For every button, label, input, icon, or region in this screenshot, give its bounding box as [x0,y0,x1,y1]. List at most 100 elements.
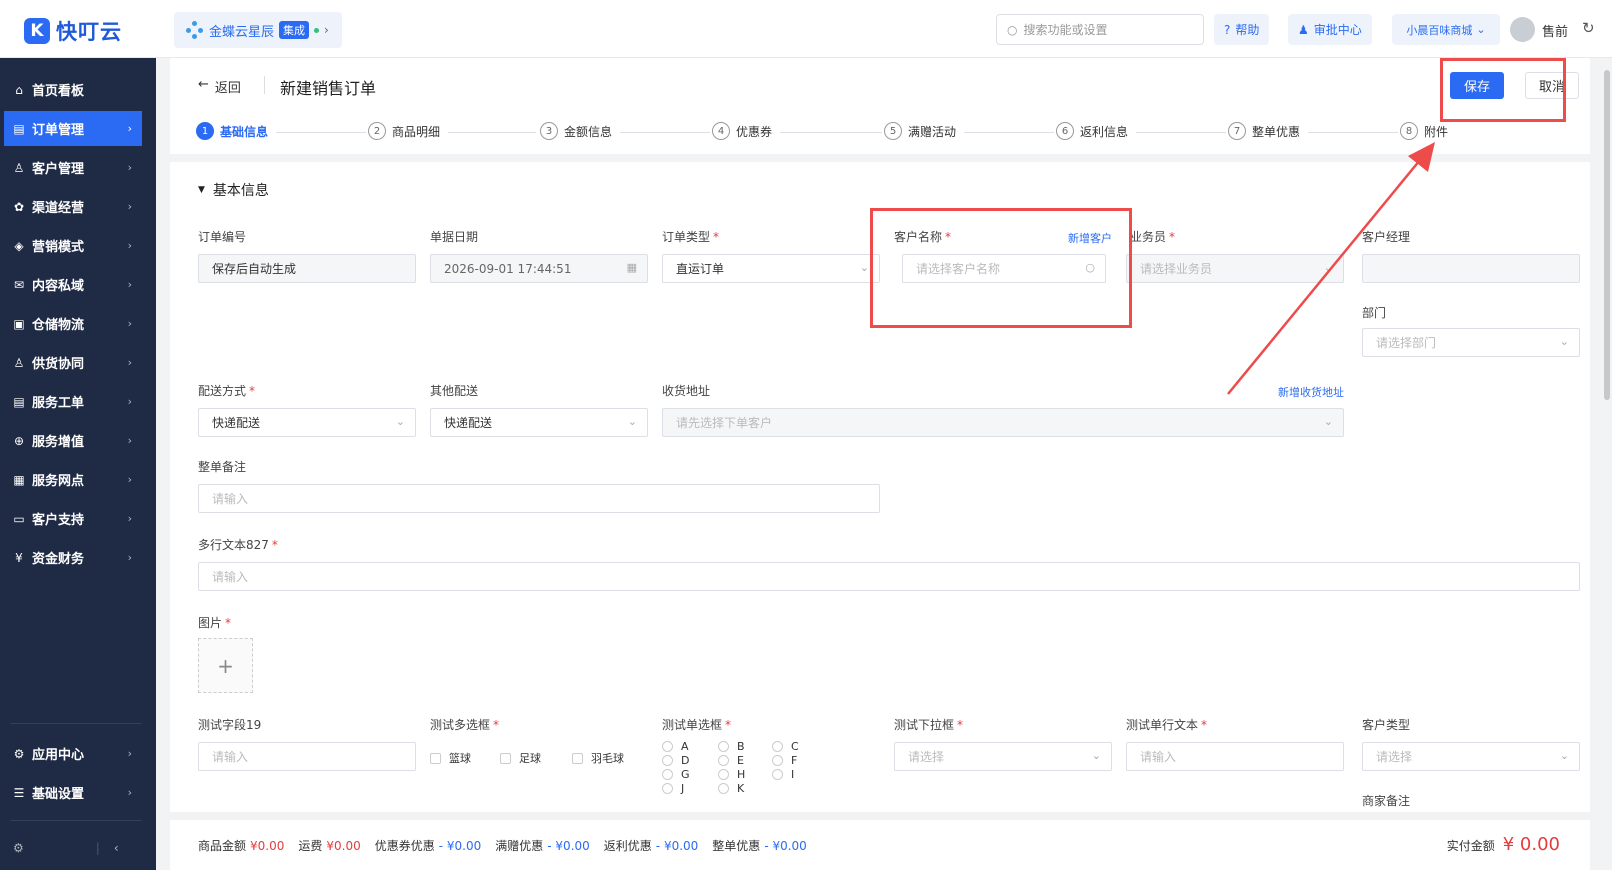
sidebar-item-label: 仓储物流 [32,318,85,333]
remark-input[interactable]: 请输入 [198,484,880,513]
step-amount[interactable]: 3 金额信息 [540,122,612,140]
other-delivery-select[interactable]: 快递配送 ⌄ [430,408,648,437]
sidebar-item-outlets[interactable]: ▦ 服务网点 › [4,462,142,497]
test19-input[interactable]: 请输入 [198,742,416,771]
summary-label: 优惠券优惠 [374,838,435,853]
sidebar-item-supply[interactable]: ♙ 供货协同 › [4,345,142,380]
salesman-select[interactable]: 请选择业务员 ⌄ [1126,254,1344,283]
app-logo[interactable]: K 快叮云 [24,16,122,46]
store-selector[interactable]: 小晨百味商城 ⌄ [1392,14,1500,45]
store-icon: ▦ [13,472,25,487]
chevron-right-icon: › [127,278,132,291]
address-label: 收货地址 [662,384,711,398]
checkbox-basketball[interactable]: 篮球 [430,750,471,766]
chevron-down-icon: ⌄ [1091,749,1101,762]
sidebar-item-app-center[interactable]: ⚙ 应用中心 › [4,736,142,771]
step-attachment[interactable]: 8 附件 [1400,122,1448,140]
step-discount[interactable]: 7 整单优惠 [1228,122,1300,140]
delivery-label: 配送方式 * [198,382,255,399]
sidebar-item-finance[interactable]: ¥ 资金财务 › [4,540,142,575]
sidebar-item-settings[interactable]: ☰ 基础设置 › [4,775,142,810]
radio-g[interactable]: G [662,768,690,781]
integration-switcher[interactable]: 金蝶云星辰 集成 › [174,12,342,48]
radio-j[interactable]: J [662,782,684,795]
section-title: 基本信息 [212,183,269,199]
date-field[interactable]: 2026-09-01 17:44:51 ▦ [430,254,648,283]
step-label: 整单优惠 [1252,124,1301,139]
sidebar-item-label: 渠道经营 [32,201,85,216]
dept-select[interactable]: 请选择部门 ⌄ [1362,328,1580,357]
step-connector [448,132,536,133]
header-divider [264,76,265,94]
approval-center-button[interactable]: ♟ 审批中心 [1288,14,1372,45]
image-upload-button[interactable]: + [198,638,253,693]
store-label: 小晨百味商城 [1406,23,1473,37]
radio-label-text: 测试单选框 [662,718,723,732]
delivery-select[interactable]: 快递配送 ⌄ [198,408,416,437]
sidebar-item-channels[interactable]: ✿ 渠道经营 › [4,189,142,224]
person-icon: ♙ [13,160,25,175]
sidebar-item-orders[interactable]: ▤ 订单管理 › [4,111,142,146]
sidebar-item-label: 客户支持 [32,513,85,528]
radio-a[interactable]: A [662,740,689,753]
step-gift[interactable]: 5 满赠活动 [884,122,956,140]
customer-type-label: 客户类型 [1362,718,1411,732]
chevron-right-icon: › [127,747,132,760]
gear-icon[interactable]: ⚙ [13,841,24,855]
radio-circle [662,783,673,794]
radio-circle [718,741,729,752]
radio-k[interactable]: K [718,782,744,795]
radio-c[interactable]: C [772,740,799,753]
dropdown-select[interactable]: 请选择 ⌄ [894,742,1112,771]
add-address-link[interactable]: 新增收货地址 [1278,384,1344,400]
customer-type-select[interactable]: 请选择 ⌄ [1362,742,1580,771]
multitext-input[interactable]: 请输入 [198,562,1580,591]
sidebar-item-warehouse[interactable]: ▣ 仓储物流 › [4,306,142,341]
menu-icon: ☰ [13,785,25,800]
sidebar-item-dashboard[interactable]: ⌂ 首页看板 [4,72,142,107]
step-products[interactable]: 2 商品明细 [368,122,440,140]
help-button[interactable]: ? 帮助 [1214,14,1270,45]
section-header[interactable]: ▼ 基本信息 [198,180,269,200]
avatar[interactable] [1510,17,1535,42]
salesman-placeholder: 请选择业务员 [1140,262,1213,276]
checkbox-badminton[interactable]: 羽毛球 [572,750,624,766]
image-label: 图片 * [198,614,231,631]
single-text-input[interactable]: 请输入 [1126,742,1344,771]
sidebar-item-marketing[interactable]: ◈ 营销模式 › [4,228,142,263]
collapse-icon[interactable]: ‹ [114,841,119,855]
sidebar-item-label: 资金财务 [32,552,85,567]
summary-freight: 运费 ¥0.00 [298,837,360,854]
sidebar-item-content[interactable]: ✉ 内容私域 › [4,267,142,302]
order-type-select[interactable]: 直运订单 ⌄ [662,254,880,283]
annotation-box-save [1440,58,1566,122]
radio-f[interactable]: F [772,754,797,767]
checkbox-football[interactable]: 足球 [500,750,541,766]
chevron-down-icon: ⌄ [1323,415,1333,428]
back-button[interactable]: ← 返回 [198,77,241,96]
sidebar-item-work-orders[interactable]: ▤ 服务工单 › [4,384,142,419]
sidebar-item-customers[interactable]: ♙ 客户管理 › [4,150,142,185]
step-rebate[interactable]: 6 返利信息 [1056,122,1128,140]
sidebar-footer: ⚙ | ‹ [0,826,156,870]
refresh-icon[interactable]: ↻ [1582,19,1595,37]
step-connector [1136,132,1226,133]
sidebar-item-value-added[interactable]: ⊕ 服务增值 › [4,423,142,458]
step-basic-info[interactable]: 1 基础信息 [196,122,268,140]
radio-h[interactable]: H [718,768,745,781]
merchant-remark-label: 商家备注 [1362,794,1411,808]
approval-label: 审批中心 [1313,23,1362,37]
radio-option-label: I [791,768,795,781]
page-scrollbar[interactable] [1604,70,1610,400]
step-coupon[interactable]: 4 优惠券 [712,122,772,140]
sidebar-item-support[interactable]: ▭ 客户支持 › [4,501,142,536]
radio-e[interactable]: E [718,754,744,767]
chevron-down-icon: ⌄ [1323,261,1333,274]
order-type-label: 订单类型 * [662,228,719,245]
radio-b[interactable]: B [718,740,745,753]
search-input[interactable]: ○ 搜索功能或设置 [996,14,1204,45]
address-select[interactable]: 请先选择下单客户 ⌄ [662,408,1344,437]
user-name[interactable]: 售前 [1542,21,1568,40]
radio-i[interactable]: I [772,768,794,781]
radio-d[interactable]: D [662,754,689,767]
